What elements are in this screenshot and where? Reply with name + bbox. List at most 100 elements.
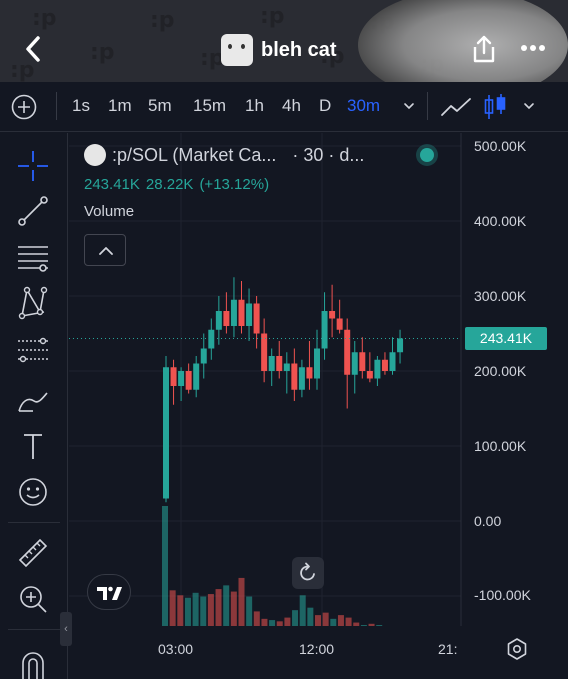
interval-4h[interactable]: 4h: [282, 96, 301, 116]
line-chart-button[interactable]: [440, 93, 472, 121]
volume-bar: [200, 596, 207, 626]
rotate-icon: [300, 562, 315, 581]
volume-bar: [284, 617, 291, 626]
brush-tool[interactable]: [16, 383, 50, 417]
volume-bar: [177, 595, 184, 626]
text-tool[interactable]: [16, 429, 50, 463]
candle-body: [185, 371, 192, 390]
interval-1s[interactable]: 1s: [72, 96, 90, 116]
zoom-tool[interactable]: [16, 582, 50, 616]
line-chart-icon: [441, 98, 471, 116]
share-button[interactable]: [470, 34, 498, 64]
volume-bar: [330, 618, 337, 626]
measure-tool[interactable]: [16, 536, 50, 570]
magnet-tool[interactable]: [16, 647, 50, 679]
brush-icon: [18, 392, 48, 412]
candle-body: [230, 299, 237, 326]
candle-body: [314, 348, 320, 379]
pattern-tool[interactable]: [16, 286, 50, 320]
interval-5m[interactable]: 5m: [148, 96, 172, 116]
price-axis-label: 500.00K: [474, 138, 527, 154]
candle-body: [253, 303, 260, 334]
more-options-button[interactable]: [520, 40, 546, 56]
volume-bar: [315, 615, 321, 626]
time-axis-label: 12:00: [299, 641, 335, 657]
candle-body: [283, 363, 290, 371]
candles-chart-button[interactable]: [482, 92, 508, 122]
back-button[interactable]: [18, 34, 48, 64]
smiley-icon: [19, 478, 47, 506]
candle-body: [276, 356, 283, 371]
volume-bar: [368, 623, 375, 626]
time-axis-label: 21:: [438, 641, 458, 657]
volume-bar: [238, 577, 245, 626]
chevron-up-icon: [99, 247, 113, 255]
chat-title-text: bleh cat: [261, 38, 337, 61]
interval-1h[interactable]: 1h: [245, 96, 264, 116]
interval-dropdown[interactable]: [401, 98, 417, 114]
fib-lines-icon: [18, 246, 48, 272]
market-status-dot[interactable]: [420, 148, 434, 162]
legend-price-row: 243.41K 28.22K (+13.12%): [84, 176, 364, 193]
emoji-tool[interactable]: [16, 475, 50, 509]
volume-bar: [215, 589, 222, 626]
projection-tool[interactable]: [16, 333, 50, 367]
price-axis-label: 100.00K: [474, 438, 527, 454]
candle-body: [193, 363, 200, 390]
reset-chart-button[interactable]: [292, 557, 324, 589]
more-dots-icon: [521, 45, 545, 51]
price-axis-label: -100.00K: [474, 587, 531, 603]
volume-bar: [246, 596, 253, 626]
candle-body: [223, 311, 230, 326]
volume-bar: [322, 612, 329, 626]
candle-body: [238, 299, 245, 326]
candlestick-icon: [484, 94, 506, 119]
legend-price: 243.41K: [84, 176, 140, 193]
volume-bar: [169, 590, 176, 626]
add-symbol-button[interactable]: [10, 93, 38, 121]
legend-change: 28.22K: [145, 176, 194, 193]
text-icon: [24, 434, 42, 459]
toolbar-divider: [56, 92, 57, 120]
collapse-legend-button[interactable]: [84, 234, 126, 266]
volume-bar: [192, 592, 199, 626]
candle-body: [261, 333, 268, 371]
zoom-in-icon: [20, 586, 47, 613]
trend-line-tool[interactable]: [16, 194, 50, 228]
interval-d[interactable]: D: [319, 96, 331, 116]
chart-settings-button[interactable]: [504, 636, 530, 662]
chart-legend: :p/SOL (Market Ca... · 30 · d... 243.41K…: [84, 144, 434, 220]
candle-body: [163, 367, 169, 499]
volume-bar: [360, 625, 367, 626]
price-axis-label: 0.00: [474, 513, 502, 529]
legend-symbol-row[interactable]: :p/SOL (Market Ca... · 30 · d...: [84, 144, 364, 166]
chat-title[interactable]: bleh cat: [221, 34, 337, 66]
interval-1m[interactable]: 1m: [108, 96, 132, 116]
candle-body: [200, 348, 207, 364]
trend-line-icon: [18, 196, 48, 226]
candle-body: [321, 311, 328, 349]
horizontal-lines-tool[interactable]: [16, 240, 50, 274]
crosshair-tool[interactable]: [16, 149, 50, 183]
time-axis-label: 03:00: [158, 641, 194, 657]
volume-bar: [269, 620, 276, 626]
current-price-tag: 243.41K: [465, 327, 547, 350]
candle-body: [170, 367, 177, 386]
chart-type-dropdown[interactable]: [521, 98, 537, 114]
candle-body: [374, 359, 381, 379]
volume-label: Volume: [84, 203, 135, 220]
candle-body: [351, 352, 358, 375]
volume-bar: [261, 618, 268, 626]
price-axis-label: 200.00K: [474, 363, 527, 379]
legend-change-pct: (+13.12%): [199, 176, 270, 193]
volume-bar: [253, 611, 260, 626]
candle-body: [336, 318, 343, 330]
price-axis-label: 300.00K: [474, 288, 527, 304]
interval-30m[interactable]: 30m: [347, 96, 380, 116]
volume-bar: [230, 591, 237, 626]
tradingview-logo-button[interactable]: [87, 574, 131, 610]
share-icon: [473, 35, 495, 63]
interval-15m[interactable]: 15m: [193, 96, 226, 116]
drawing-toolbar: [0, 133, 68, 679]
volume-bar: [353, 622, 360, 626]
